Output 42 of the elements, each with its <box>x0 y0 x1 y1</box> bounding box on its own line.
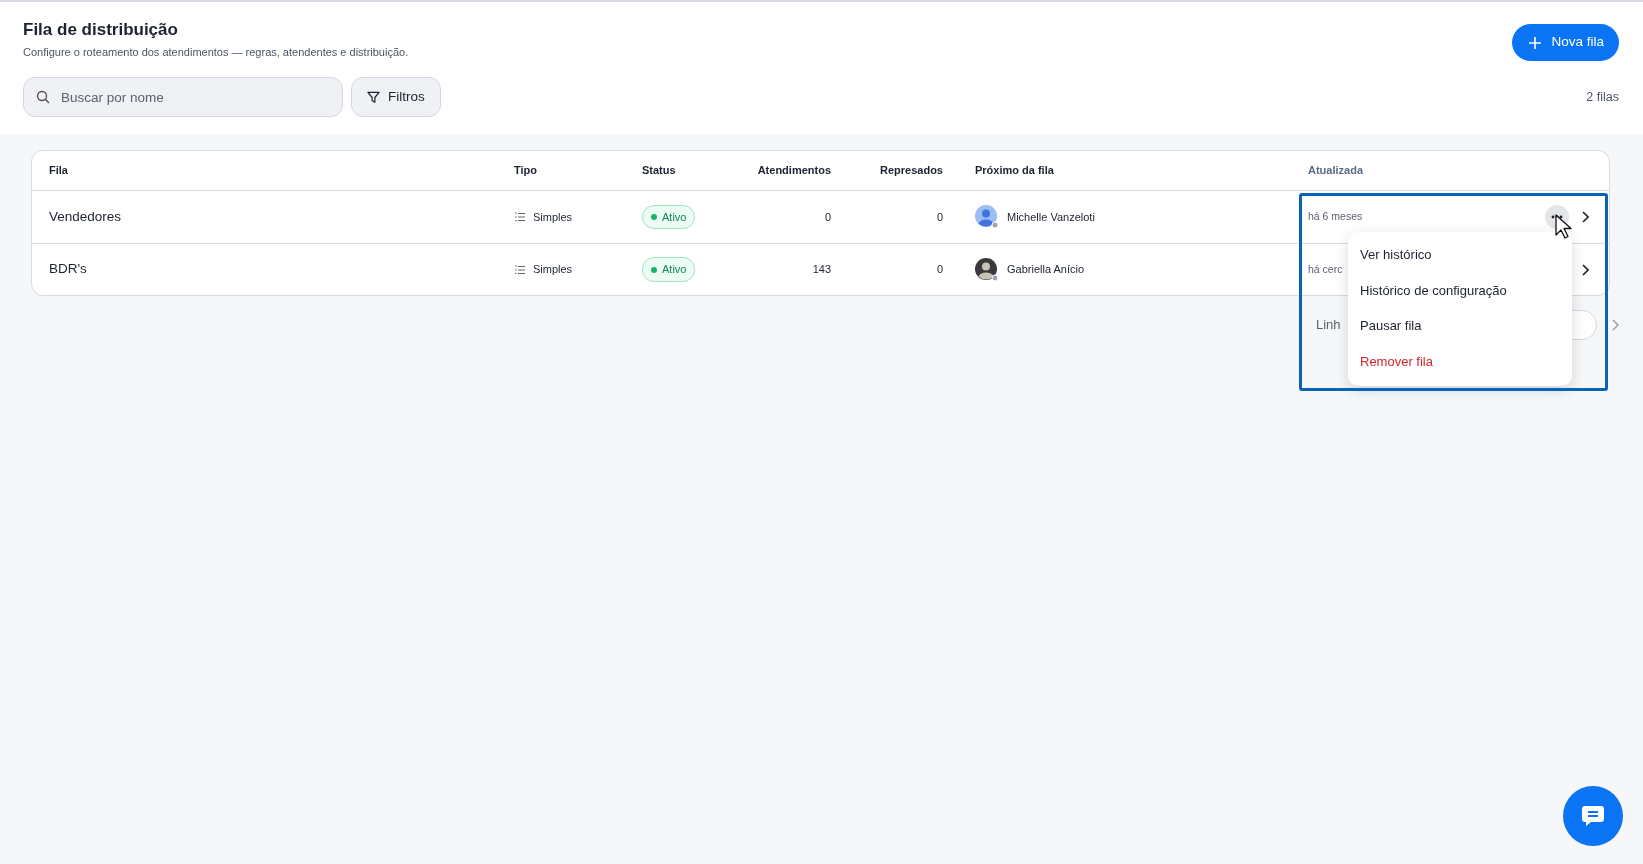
table-cell-text: 0 <box>935 209 943 225</box>
chevron-right-icon[interactable] <box>1581 211 1589 223</box>
avatar-icon <box>975 205 999 229</box>
list-icon <box>514 264 525 275</box>
status-pill: Ativo <box>642 257 696 282</box>
avatar-icon <box>975 257 999 282</box>
updated-time: há 6 meses <box>1308 209 1363 225</box>
column-header: Fila <box>49 164 68 177</box>
column-header: Status <box>642 164 676 177</box>
status-pill: Ativo <box>642 204 696 230</box>
updated-time: há cerc <box>1308 261 1343 277</box>
list-icon <box>514 212 525 222</box>
menu-item[interactable]: Pausar fila <box>1348 309 1572 345</box>
column-header: Atualizada <box>1308 164 1363 177</box>
column-header: Próximo da fila <box>975 163 1054 179</box>
table-cell-text: 0 <box>935 262 943 278</box>
menu-item[interactable]: Histórico de configuração <box>1348 273 1572 309</box>
filters-button[interactable]: Filtros <box>351 77 441 117</box>
menu-item[interactable]: Ver histórico <box>1348 238 1572 274</box>
column-header: Represados <box>880 164 943 177</box>
filter-icon <box>367 90 380 104</box>
chat-button[interactable] <box>1563 786 1623 846</box>
table-cell-text: 0 <box>823 209 831 225</box>
rows-per-page-label: Linh <box>1316 316 1341 335</box>
queue-type: Simples <box>533 209 573 225</box>
queue-name[interactable]: Vendedores <box>49 208 122 224</box>
queue-type: Simples <box>533 262 573 278</box>
column-header: Atendimentos <box>757 164 831 177</box>
column-header: Tipo <box>514 164 537 177</box>
search-icon <box>36 90 50 104</box>
search-field[interactable]: Buscar por nome <box>23 77 343 117</box>
plus-icon <box>1529 36 1542 49</box>
page-title: Fila de distribuição <box>23 20 179 41</box>
queue-name[interactable]: BDR's <box>49 261 87 277</box>
new-queue-button[interactable]: Nova fila <box>1512 24 1619 61</box>
menu-item[interactable]: Remover fila <box>1348 344 1572 380</box>
page-subtitle: Configure o roteamento dos atendimentos — regras, atendentes e distribuição. <box>23 45 409 61</box>
table-cell-text: 143 <box>811 262 831 278</box>
agent-name: Michelle Vanzeloti <box>1007 209 1095 225</box>
queue-count: 2 filas <box>1586 88 1619 106</box>
chevron-right-icon[interactable] <box>1581 263 1589 276</box>
agent-name: Gabriella Anício <box>1007 262 1085 278</box>
